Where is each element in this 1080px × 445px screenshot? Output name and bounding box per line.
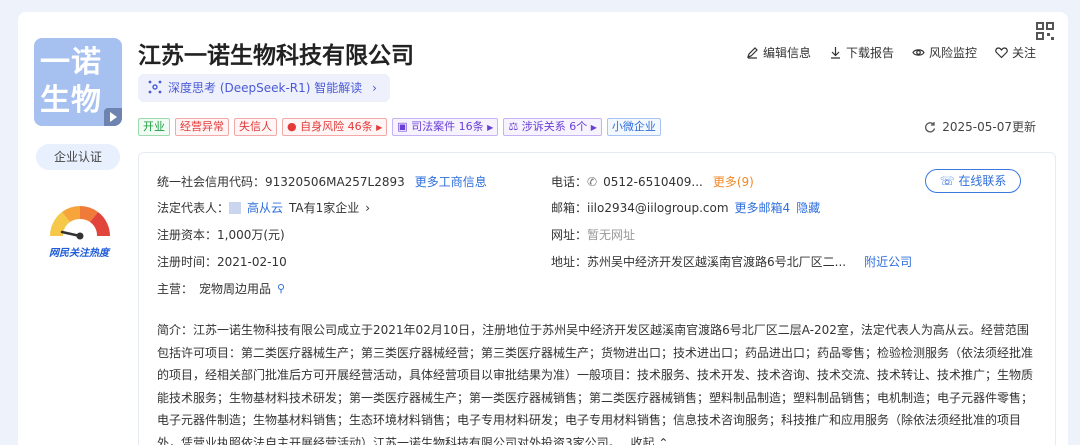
ai-label: 深度思考 (DeepSeek-R1) 智能解读 <box>168 81 363 95</box>
legal-rep-row: 法定代表人： 高从云 TA有1家企业 › <box>157 199 370 216</box>
collapse-label: 收起 <box>630 435 655 445</box>
headset-icon: ☏ <box>939 174 955 188</box>
nearby-companies-link[interactable]: 附近公司 <box>864 253 912 270</box>
legal-rep-link[interactable]: 高从云 <box>247 199 283 216</box>
company-info-panel: 统一社会信用代码： 91320506MA257L2893 更多工商信息 法定代表… <box>138 152 1056 445</box>
credit-code-value: 91320506MA257L2893 <box>265 174 405 189</box>
legal-rep-label: 法定代表人： <box>157 201 230 215</box>
follow-label: 关注 <box>1011 46 1036 60</box>
eye-icon <box>912 49 925 56</box>
update-status[interactable]: 2025-05-07更新 <box>924 118 1036 135</box>
download-icon <box>830 47 840 59</box>
tag-self-risk-label: 自身风险 46条 <box>300 120 373 133</box>
tag-abnormal[interactable]: 经营异常 <box>175 118 229 136</box>
heat-gauge-icon <box>50 206 110 240</box>
ai-analysis-button[interactable]: 深度思考 (DeepSeek-R1) 智能解读 › <box>138 74 390 102</box>
reg-time-label: 注册时间： <box>157 255 218 269</box>
caret-right-icon: ▶ <box>590 123 597 132</box>
main-business-row: 主营： 宠物周边用品 ⚲ <box>157 280 285 297</box>
website-value: 暂无网址 <box>587 228 636 242</box>
phone-value[interactable]: 0512-6510409... <box>603 175 703 189</box>
intro-label: 简介： <box>157 323 194 337</box>
capital-row: 注册资本： 1,000万(元) <box>157 226 285 243</box>
download-report-label: 下载报告 <box>845 46 894 60</box>
main-value: 宠物周边用品 <box>199 282 272 296</box>
updated-time: 2025-05-07更新 <box>942 120 1036 134</box>
risk-shield-icon: ● <box>287 120 297 133</box>
address-value[interactable]: 苏州吴中经济开发区越溪南官渡路6号北厂区二... <box>587 253 846 270</box>
enterprise-certify-button[interactable]: 企业认证 <box>36 144 120 170</box>
risk-monitor-button[interactable]: 风险监控 <box>912 44 977 61</box>
credit-code-row: 统一社会信用代码： 91320506MA257L2893 更多工商信息 <box>157 173 487 190</box>
ai-spark-icon <box>148 80 162 94</box>
company-header-card: 一诺 生物 企业认证 网民关注热度 江苏一诺生物科技有限公司 深度思考 (Dee… <box>18 12 1068 445</box>
phone-label: 电话： <box>551 175 588 189</box>
online-contact-button[interactable]: ☏ 在线联系 <box>925 169 1021 193</box>
caret-right-icon: ▶ <box>376 123 383 132</box>
reg-time-value: 2021-02-10 <box>217 254 287 269</box>
tag-open: 开业 <box>138 118 170 136</box>
caret-right-icon: ▶ <box>487 123 494 132</box>
capital-value: 1,000万(元) <box>217 228 285 242</box>
status-tags: 开业 经营异常 失信人 ● 自身风险 46条 ▶ ▣ 司法案件 16条 ▶ ⚖ … <box>138 118 661 136</box>
tag-micro: 小微企业 <box>606 118 661 136</box>
credit-code-label: 统一社会信用代码： <box>157 175 266 189</box>
website-label: 网址： <box>551 228 588 242</box>
capital-label: 注册资本： <box>157 228 218 242</box>
tag-legal[interactable]: ▣ 司法案件 16条 ▶ <box>392 118 499 136</box>
address-row: 地址： 苏州吴中经济开发区越溪南官渡路6号北厂区二... 附近公司 <box>551 253 912 270</box>
main-label: 主营： <box>157 282 194 296</box>
follow-button[interactable]: 关注 <box>995 44 1036 61</box>
company-intro: 简介：江苏一诺生物科技有限公司成立于2021年02月10日，注册地位于苏州吴中经… <box>157 319 1037 445</box>
risk-monitor-label: 风险监控 <box>928 46 977 60</box>
tag-self-risk[interactable]: ● 自身风险 46条 ▶ <box>282 118 388 136</box>
refresh-icon <box>925 121 936 132</box>
logo-text-line1: 一诺 <box>40 45 102 80</box>
phone-row: 电话： ✆ 0512-6510409... 更多(9) <box>551 173 754 190</box>
hide-link[interactable]: 隐藏 <box>796 199 820 216</box>
tag-dishonest[interactable]: 失信人 <box>234 118 277 136</box>
tag-litigation[interactable]: ⚖ 涉诉关系 6个 ▶ <box>503 118 602 136</box>
edit-info-label: 编辑信息 <box>762 46 811 60</box>
company-logo[interactable]: 一诺 生物 <box>34 38 122 126</box>
email-label: 邮箱： <box>551 201 588 215</box>
collapse-button[interactable]: 收起 ⌃ <box>630 436 668 445</box>
heart-icon <box>995 47 1008 59</box>
tag-legal-label: 司法案件 16条 <box>411 120 484 133</box>
online-contact-label: 在线联系 <box>958 174 1007 188</box>
litigation-icon: ⚖ <box>508 120 519 133</box>
tag-litigation-label: 涉诉关系 6个 <box>521 120 588 133</box>
chevron-right-icon: › <box>372 81 377 95</box>
more-business-link[interactable]: 更多工商信息 <box>415 173 487 190</box>
search-icon[interactable]: ⚲ <box>277 282 285 295</box>
address-label: 地址： <box>551 255 588 269</box>
download-report-button[interactable]: 下载报告 <box>829 44 894 61</box>
person-icon <box>229 201 242 214</box>
phone-icon: ✆ <box>587 174 598 189</box>
more-emails-link[interactable]: 更多邮箱4 <box>735 199 791 216</box>
legal-rep-companies[interactable]: TA有1家企业 <box>289 199 359 216</box>
intro-text: 江苏一诺生物科技有限公司成立于2021年02月10日，注册地位于苏州吴中经济开发… <box>157 323 1034 445</box>
company-name: 江苏一诺生物科技有限公司 <box>138 43 414 69</box>
header-actions: 编辑信息 下载报告 风险监控 关注 <box>746 44 1036 61</box>
play-icon[interactable] <box>104 108 122 126</box>
website-row: 网址： 暂无网址 <box>551 226 635 243</box>
email-row: 邮箱： iilo2934@iilogroup.com 更多邮箱4 隐藏 <box>551 199 820 216</box>
qrcode-icon[interactable] <box>1034 20 1056 42</box>
edit-icon <box>746 47 758 59</box>
chevron-up-icon: ⌃ <box>658 435 669 445</box>
email-value[interactable]: iilo2934@iilogroup.com <box>587 201 729 215</box>
legal-doc-icon: ▣ <box>397 120 408 133</box>
edit-info-button[interactable]: 编辑信息 <box>746 44 811 61</box>
more-phones-link[interactable]: 更多(9) <box>713 173 754 190</box>
chevron-right-icon: › <box>365 200 371 215</box>
reg-time-row: 注册时间： 2021-02-10 <box>157 253 287 270</box>
heat-label: 网民关注热度 <box>49 248 109 259</box>
